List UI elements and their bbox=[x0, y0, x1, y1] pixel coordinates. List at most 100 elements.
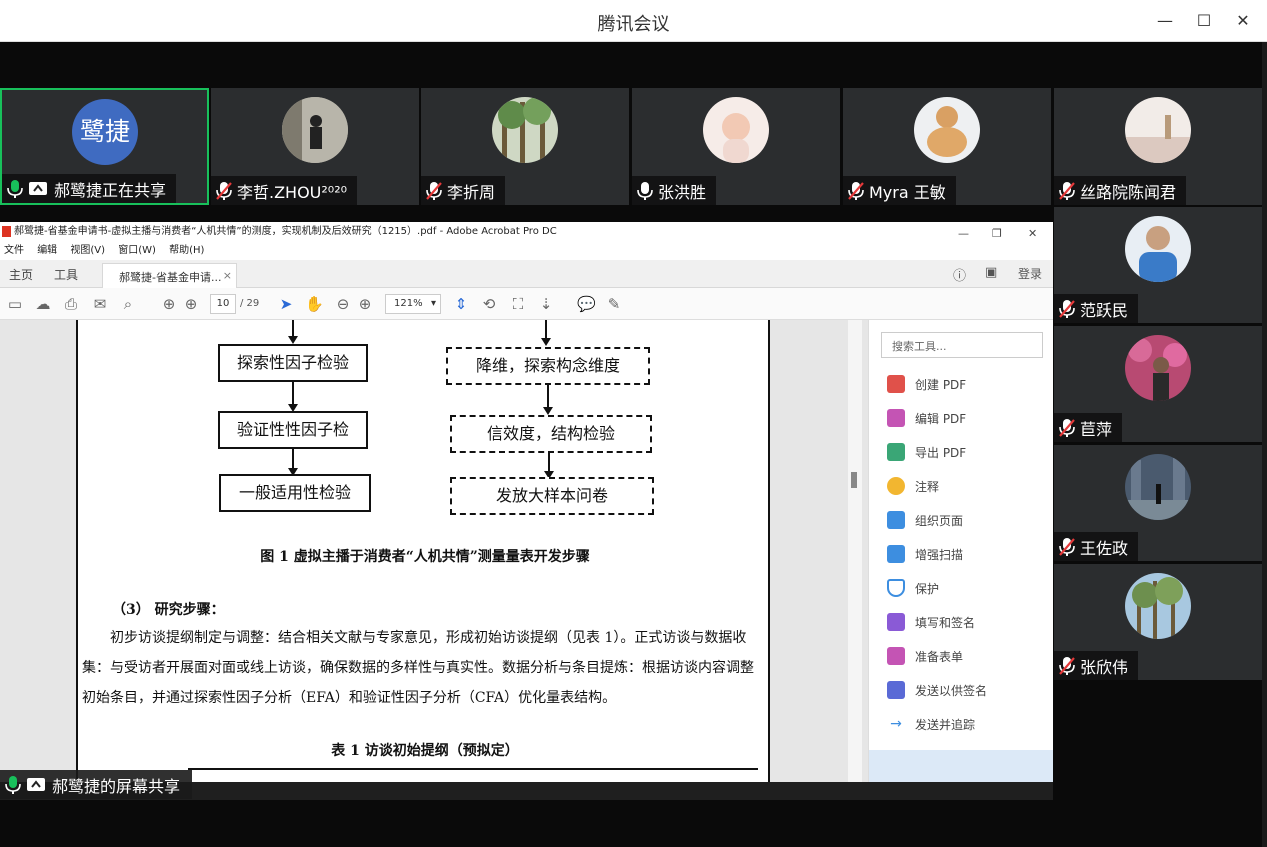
participant-tile[interactable]: 李哲.ZHOU²⁰²⁰ bbox=[211, 88, 419, 205]
screen-share-label: 郝鹭捷的屏幕共享 bbox=[0, 770, 193, 799]
participant-tile[interactable]: 李折周 bbox=[421, 88, 629, 205]
vertical-scrollbar[interactable] bbox=[848, 320, 862, 782]
close-icon[interactable]: ✕ bbox=[1232, 10, 1254, 32]
tools-panel: 搜索工具... 创建 PDF 编辑 PDF 导出 PDF 注释 组织页面 增强扫… bbox=[868, 320, 1053, 782]
mic-muted-icon bbox=[1058, 418, 1076, 438]
help-icon[interactable]: ⓘ bbox=[953, 265, 966, 284]
page-number-input[interactable]: 10 bbox=[210, 294, 236, 314]
comment-icon[interactable]: 💬 bbox=[577, 295, 596, 313]
tools-panel-footer bbox=[869, 750, 1053, 782]
tool-export-pdf[interactable]: 导出 PDF bbox=[887, 442, 966, 462]
tool-label: 注释 bbox=[915, 479, 940, 494]
scrollbar-thumb[interactable] bbox=[851, 472, 857, 488]
tool-comment[interactable]: 注释 bbox=[887, 476, 939, 496]
tool-enhance-scan[interactable]: 增强扫描 bbox=[887, 544, 963, 564]
nameplate: Myra 王敏 bbox=[843, 176, 956, 205]
tab-document[interactable]: 郝鹭捷-省基金申请... × bbox=[102, 263, 237, 288]
search-icon[interactable]: ⌕ bbox=[119, 295, 137, 313]
menu-item-file[interactable]: 文件 bbox=[4, 245, 24, 256]
zoom-value: 121% bbox=[394, 298, 423, 309]
tool-send-track[interactable]: → 发送并追踪 bbox=[887, 714, 975, 734]
screen-share-icon bbox=[28, 180, 48, 198]
mic-muted-icon bbox=[1058, 656, 1076, 676]
participant-name: 苣萍 bbox=[1080, 419, 1113, 439]
close-tab-icon[interactable]: × bbox=[223, 269, 232, 282]
page-total: / 29 bbox=[240, 298, 260, 309]
acrobat-window-title: 郝鹭捷-省基金申请书-虚拟主播与消费者“人机共情”的测度，实现机制及后效研究（1… bbox=[14, 226, 557, 237]
tool-prepare-form[interactable]: 准备表单 bbox=[887, 646, 963, 666]
table-caption: 表 1 访谈初始提纲（预拟定） bbox=[331, 743, 519, 759]
minimize-icon[interactable]: — bbox=[958, 224, 969, 244]
fit-page-icon[interactable]: ⇕ bbox=[452, 295, 470, 313]
flow-box: 降维，探索构念维度 bbox=[446, 347, 650, 385]
menu-bar: 文件 编辑 视图(V) 窗口(W) 帮助(H) bbox=[0, 242, 1053, 260]
restore-icon[interactable]: ❐ bbox=[992, 224, 1002, 244]
save-icon[interactable]: ▭ bbox=[6, 295, 24, 313]
mobile-icon[interactable]: ▣ bbox=[985, 265, 997, 280]
participant-name: 郝鹭捷正在共享 bbox=[54, 180, 167, 200]
participant-tile[interactable]: 苣萍 bbox=[1054, 326, 1262, 442]
tool-label: 填写和签名 bbox=[915, 615, 976, 630]
tab-tools[interactable]: 工具 bbox=[54, 266, 78, 283]
tool-label: 发送并追踪 bbox=[915, 717, 976, 732]
participant-tile[interactable]: 丝路院陈闻君 bbox=[1054, 88, 1262, 205]
participant-tile[interactable]: 王佐政 bbox=[1054, 445, 1262, 561]
zoom-in-icon[interactable]: ⊕ bbox=[356, 295, 374, 313]
shield-icon bbox=[887, 579, 905, 597]
tab-home[interactable]: 主页 bbox=[9, 266, 33, 283]
participant-tile[interactable]: 张洪胜 bbox=[632, 88, 840, 205]
login-link[interactable]: 登录 bbox=[1018, 265, 1042, 282]
acrobat-toolbar: ▭ ☁ ⎙ ✉ ⌕ ⊕ ⊕ 10 / 29 ➤ ✋ ⊖ ⊕ 121% ▾ ⇕ ⟲… bbox=[0, 288, 1053, 320]
tool-send-for-signature[interactable]: 发送以供签名 bbox=[887, 680, 987, 700]
menu-item-help[interactable]: 帮助(H) bbox=[169, 245, 204, 256]
scroll-mode-icon[interactable]: ⇣ bbox=[537, 295, 555, 313]
tool-fill-sign[interactable]: 填写和签名 bbox=[887, 612, 975, 632]
pen-icon[interactable]: ✎ bbox=[605, 295, 623, 313]
mic-muted-icon bbox=[847, 181, 865, 201]
participant-tile[interactable]: 鹭捷 郝鹭捷正在共享 bbox=[0, 88, 209, 205]
nameplate: 李折周 bbox=[421, 176, 506, 205]
rotate-icon[interactable]: ⟲ bbox=[480, 295, 498, 313]
avatar: 鹭捷 bbox=[72, 99, 138, 165]
participant-tile[interactable]: 范跃民 bbox=[1054, 207, 1262, 323]
avatar bbox=[1125, 97, 1191, 163]
avatar bbox=[1125, 216, 1191, 282]
hand-icon[interactable]: ✋ bbox=[305, 295, 324, 313]
tool-search-input[interactable]: 搜索工具... bbox=[881, 332, 1043, 358]
select-cursor-icon[interactable]: ➤ bbox=[277, 295, 295, 313]
menu-item-view[interactable]: 视图(V) bbox=[70, 245, 105, 256]
upload-icon[interactable]: ☁ bbox=[34, 295, 52, 313]
close-icon[interactable]: ✕ bbox=[1028, 224, 1037, 244]
tool-edit-pdf[interactable]: 编辑 PDF bbox=[887, 408, 966, 428]
participant-name: 王佐政 bbox=[1080, 538, 1129, 558]
document-viewer[interactable]: 探索性因子检验 验证性性因子检 一般适用性检验 降维，探索构念维度 信效度，结构… bbox=[0, 320, 868, 782]
mail-icon[interactable]: ✉ bbox=[91, 295, 109, 313]
participant-tile[interactable]: Myra 王敏 bbox=[843, 88, 1051, 205]
window-title: 腾讯会议 bbox=[597, 14, 670, 35]
participant-tile[interactable]: 张欣伟 bbox=[1054, 564, 1262, 680]
participant-name: 丝路院陈闻君 bbox=[1080, 182, 1177, 202]
tool-organize-pages[interactable]: 组织页面 bbox=[887, 510, 963, 530]
form-icon bbox=[887, 647, 905, 665]
maximize-icon[interactable]: ☐ bbox=[1193, 10, 1215, 32]
print-icon[interactable]: ⎙ bbox=[62, 295, 80, 313]
next-page-icon[interactable]: ⊕ bbox=[182, 295, 200, 313]
tool-label: 编辑 PDF bbox=[915, 411, 967, 426]
menu-item-edit[interactable]: 编辑 bbox=[37, 245, 57, 256]
avatar bbox=[1125, 454, 1191, 520]
tool-create-pdf[interactable]: 创建 PDF bbox=[887, 374, 966, 394]
tool-protect[interactable]: 保护 bbox=[887, 578, 939, 598]
mic-on-icon bbox=[6, 179, 24, 199]
zoom-out-icon[interactable]: ⊖ bbox=[334, 295, 352, 313]
sign-pen-icon bbox=[887, 613, 905, 631]
flow-box: 一般适用性检验 bbox=[219, 474, 371, 512]
minimize-icon[interactable]: — bbox=[1154, 10, 1176, 32]
tool-label: 发送以供签名 bbox=[915, 683, 988, 698]
zoom-select[interactable]: 121% ▾ bbox=[385, 294, 441, 314]
flow-box: 发放大样本问卷 bbox=[450, 477, 654, 515]
full-screen-icon[interactable]: ⛶ bbox=[509, 295, 527, 313]
prev-page-icon[interactable]: ⊕ bbox=[160, 295, 178, 313]
flow-arrow bbox=[288, 449, 298, 476]
mic-on-icon bbox=[4, 775, 22, 795]
menu-item-window[interactable]: 窗口(W) bbox=[118, 245, 156, 256]
